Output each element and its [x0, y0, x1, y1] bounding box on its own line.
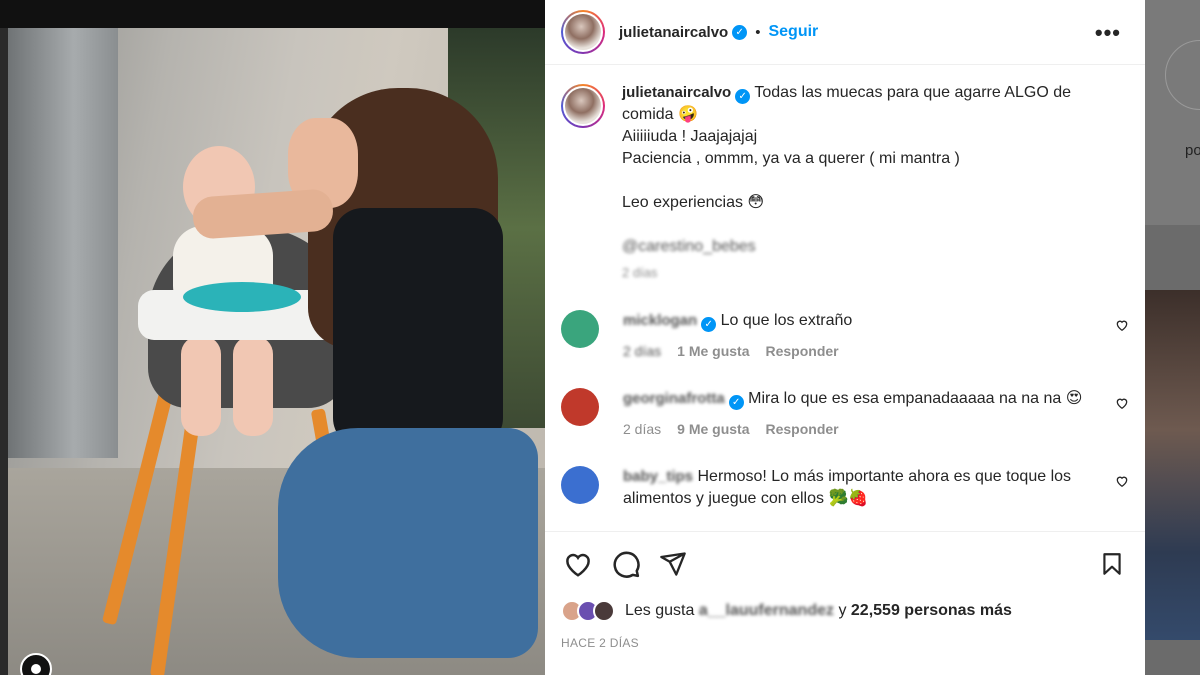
background-page-peek: po	[1145, 0, 1200, 675]
author-avatar[interactable]	[561, 10, 605, 54]
caption-line-3: Paciencia , ommm, ya va a querer ( mi ma…	[622, 150, 960, 167]
post-actions: Les gusta a__lauufernandez y 22,559 pers…	[545, 531, 1145, 675]
comment-text: Mira lo que es esa empanadaaaaa na na na…	[748, 390, 1083, 407]
post-timestamp[interactable]: HACE 2 DÍAS	[545, 636, 1145, 650]
post-caption: julietanaircalvo ✓ Todas las muecas para …	[545, 66, 1145, 284]
comment-username[interactable]: georginafrotta	[623, 390, 725, 407]
post-header: julietanaircalvo ✓ • Seguir •••	[545, 0, 1145, 65]
liked-by-user[interactable]: a__lauufernandez	[699, 602, 834, 620]
caption-avatar[interactable]	[561, 84, 605, 128]
comment-avatar[interactable]	[561, 310, 599, 348]
caption-line-2: Aiiiiiuda ! Jaajajajaj	[622, 128, 758, 145]
caption-username[interactable]: julietanaircalvo	[622, 84, 731, 101]
background-text: po	[1185, 142, 1200, 159]
backdrop-left	[0, 0, 8, 675]
comment-item: georginafrotta ✓ Mira lo que es esa empan…	[545, 388, 1145, 440]
caption-mention[interactable]: @carestino_bebes	[622, 238, 756, 255]
separator-dot: •	[755, 23, 761, 41]
liker-avatars[interactable]	[561, 600, 615, 622]
background-photo	[1145, 290, 1200, 640]
verified-icon: ✓	[701, 317, 717, 332]
comment-item: micklogan ✓ Lo que los extraño 2 días 1 M…	[545, 310, 1145, 362]
photo-fridge	[8, 28, 118, 458]
comment-reply-button[interactable]: Responder	[766, 340, 839, 362]
comment-text: Lo que los extraño	[720, 312, 853, 329]
heart-icon[interactable]	[563, 549, 593, 579]
comment-avatar[interactable]	[561, 388, 599, 426]
caption-line-4: Leo experiencias 😳	[622, 194, 765, 211]
post-photo[interactable]	[8, 28, 545, 675]
likes-count[interactable]: 22,559 personas más	[851, 602, 1012, 620]
post-side-panel: julietanaircalvo ✓ • Seguir ••• julietan…	[545, 0, 1145, 675]
comment-heart-icon[interactable]	[1115, 318, 1129, 332]
verified-icon: ✓	[728, 395, 744, 410]
verified-icon: ✓	[732, 24, 748, 40]
teal-bowl	[183, 282, 301, 312]
share-icon[interactable]	[659, 550, 687, 578]
likes-summary: Les gusta a__lauufernandez y 22,559 pers…	[545, 600, 1145, 622]
comment-username[interactable]: micklogan	[623, 312, 697, 329]
comment-item: baby_tips Hermoso! Lo más importante aho…	[545, 466, 1145, 510]
follow-button[interactable]: Seguir	[768, 23, 818, 41]
more-icon[interactable]: •••	[1095, 20, 1121, 46]
comment-likes[interactable]: 1 Me gusta	[677, 340, 749, 362]
verified-icon: ✓	[735, 89, 751, 104]
woman-jeans	[278, 428, 538, 658]
bookmark-icon[interactable]	[1099, 550, 1125, 578]
backdrop-top	[0, 0, 545, 28]
woman-shirt	[333, 208, 503, 448]
comment-time: 2 días	[623, 421, 662, 437]
comment-icon[interactable]	[611, 549, 641, 579]
comment-heart-icon[interactable]	[1115, 396, 1129, 410]
comment-avatar[interactable]	[561, 466, 599, 504]
comment-likes[interactable]: 9 Me gusta	[677, 418, 749, 440]
comment-time: 2 días	[623, 343, 662, 359]
instagram-post-modal: julietanaircalvo ✓ • Seguir ••• julietan…	[0, 0, 1200, 675]
caption-time: 2 días	[622, 265, 658, 280]
likes-conjunction: y	[838, 602, 847, 619]
comment-reply-button[interactable]: Responder	[766, 418, 839, 440]
comments-scroll-area[interactable]: julietanaircalvo ✓ Todas las muecas para …	[545, 66, 1145, 530]
comment-username[interactable]: baby_tips	[623, 468, 693, 485]
author-username[interactable]: julietanaircalvo	[619, 24, 728, 41]
comment-heart-icon[interactable]	[1115, 474, 1129, 488]
likes-prefix: Les gusta	[625, 602, 695, 619]
